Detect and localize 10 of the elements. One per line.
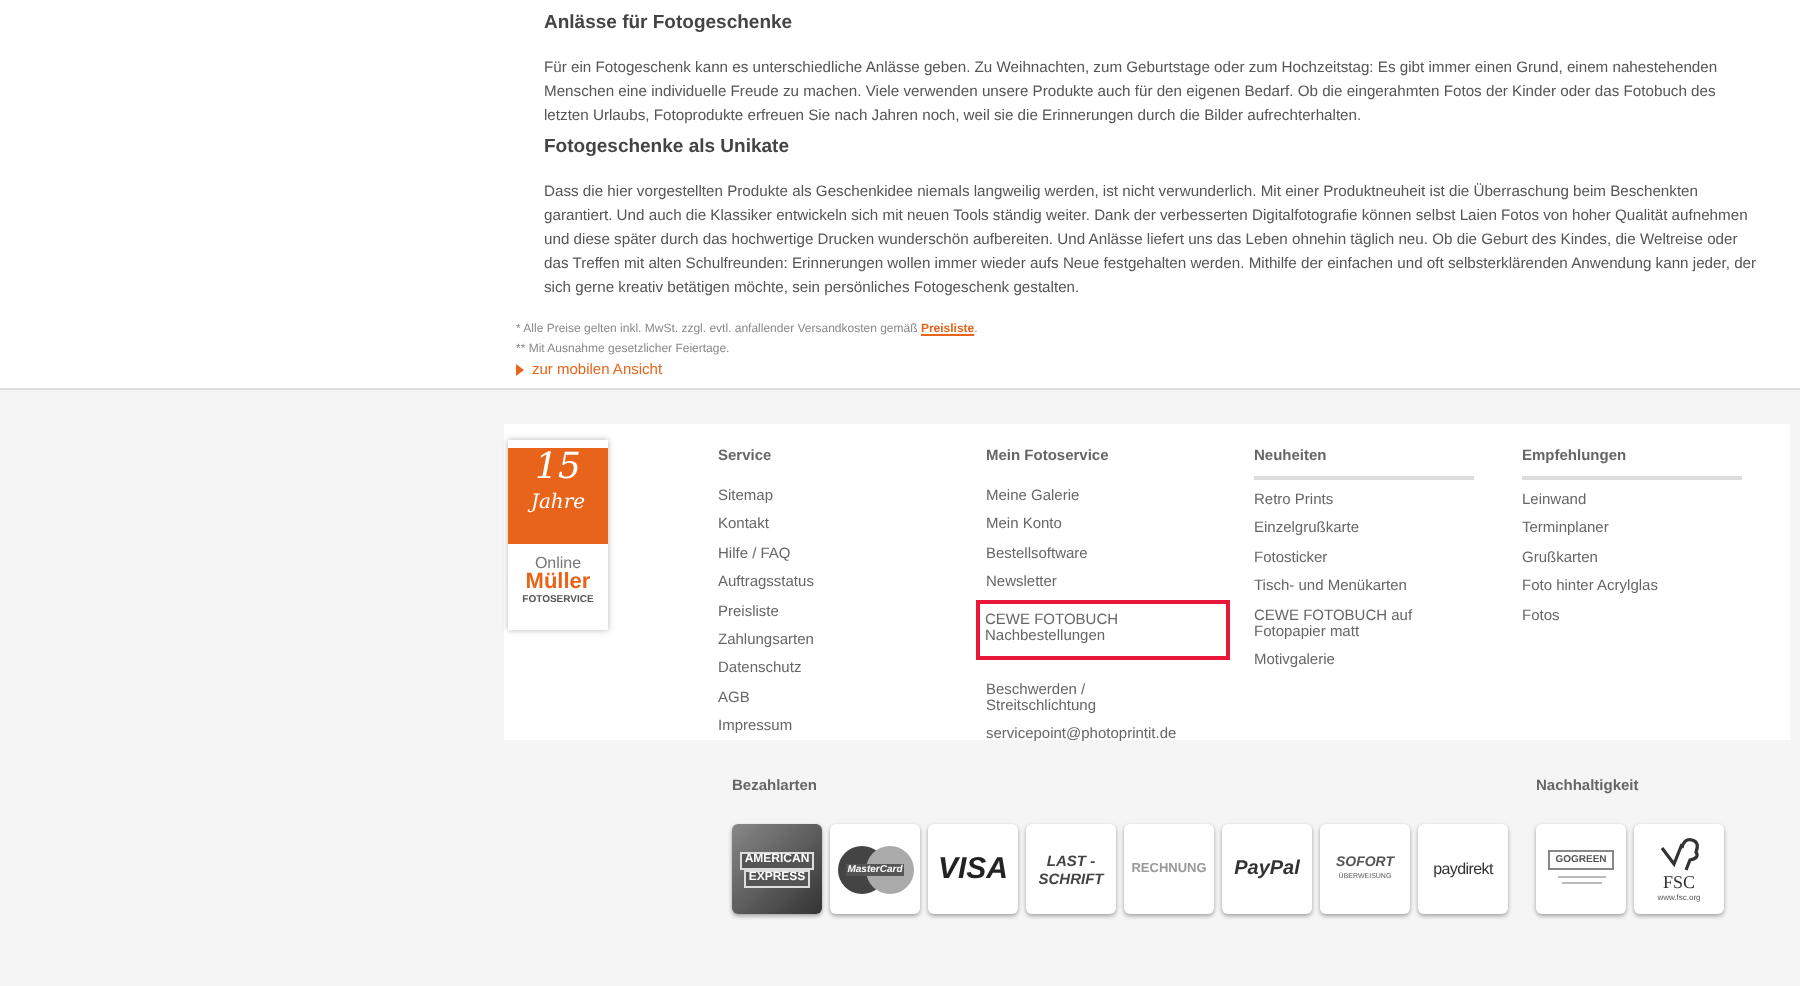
logo-text: Online	[534, 556, 582, 572]
payment-logo: PayPal	[1222, 824, 1312, 914]
payment-logo: paydirekt	[1418, 824, 1508, 914]
payment-logo: VISA	[928, 824, 1018, 914]
section-heading: Fotogeschenke als Unikate	[544, 136, 791, 158]
logo-word: Jahre	[530, 490, 586, 518]
section-heading: Anlässe für Fotogeschenke	[544, 12, 795, 34]
triangle-icon	[516, 364, 524, 376]
logo-brand: Müller	[525, 572, 591, 594]
logo-number: 15	[535, 448, 581, 488]
